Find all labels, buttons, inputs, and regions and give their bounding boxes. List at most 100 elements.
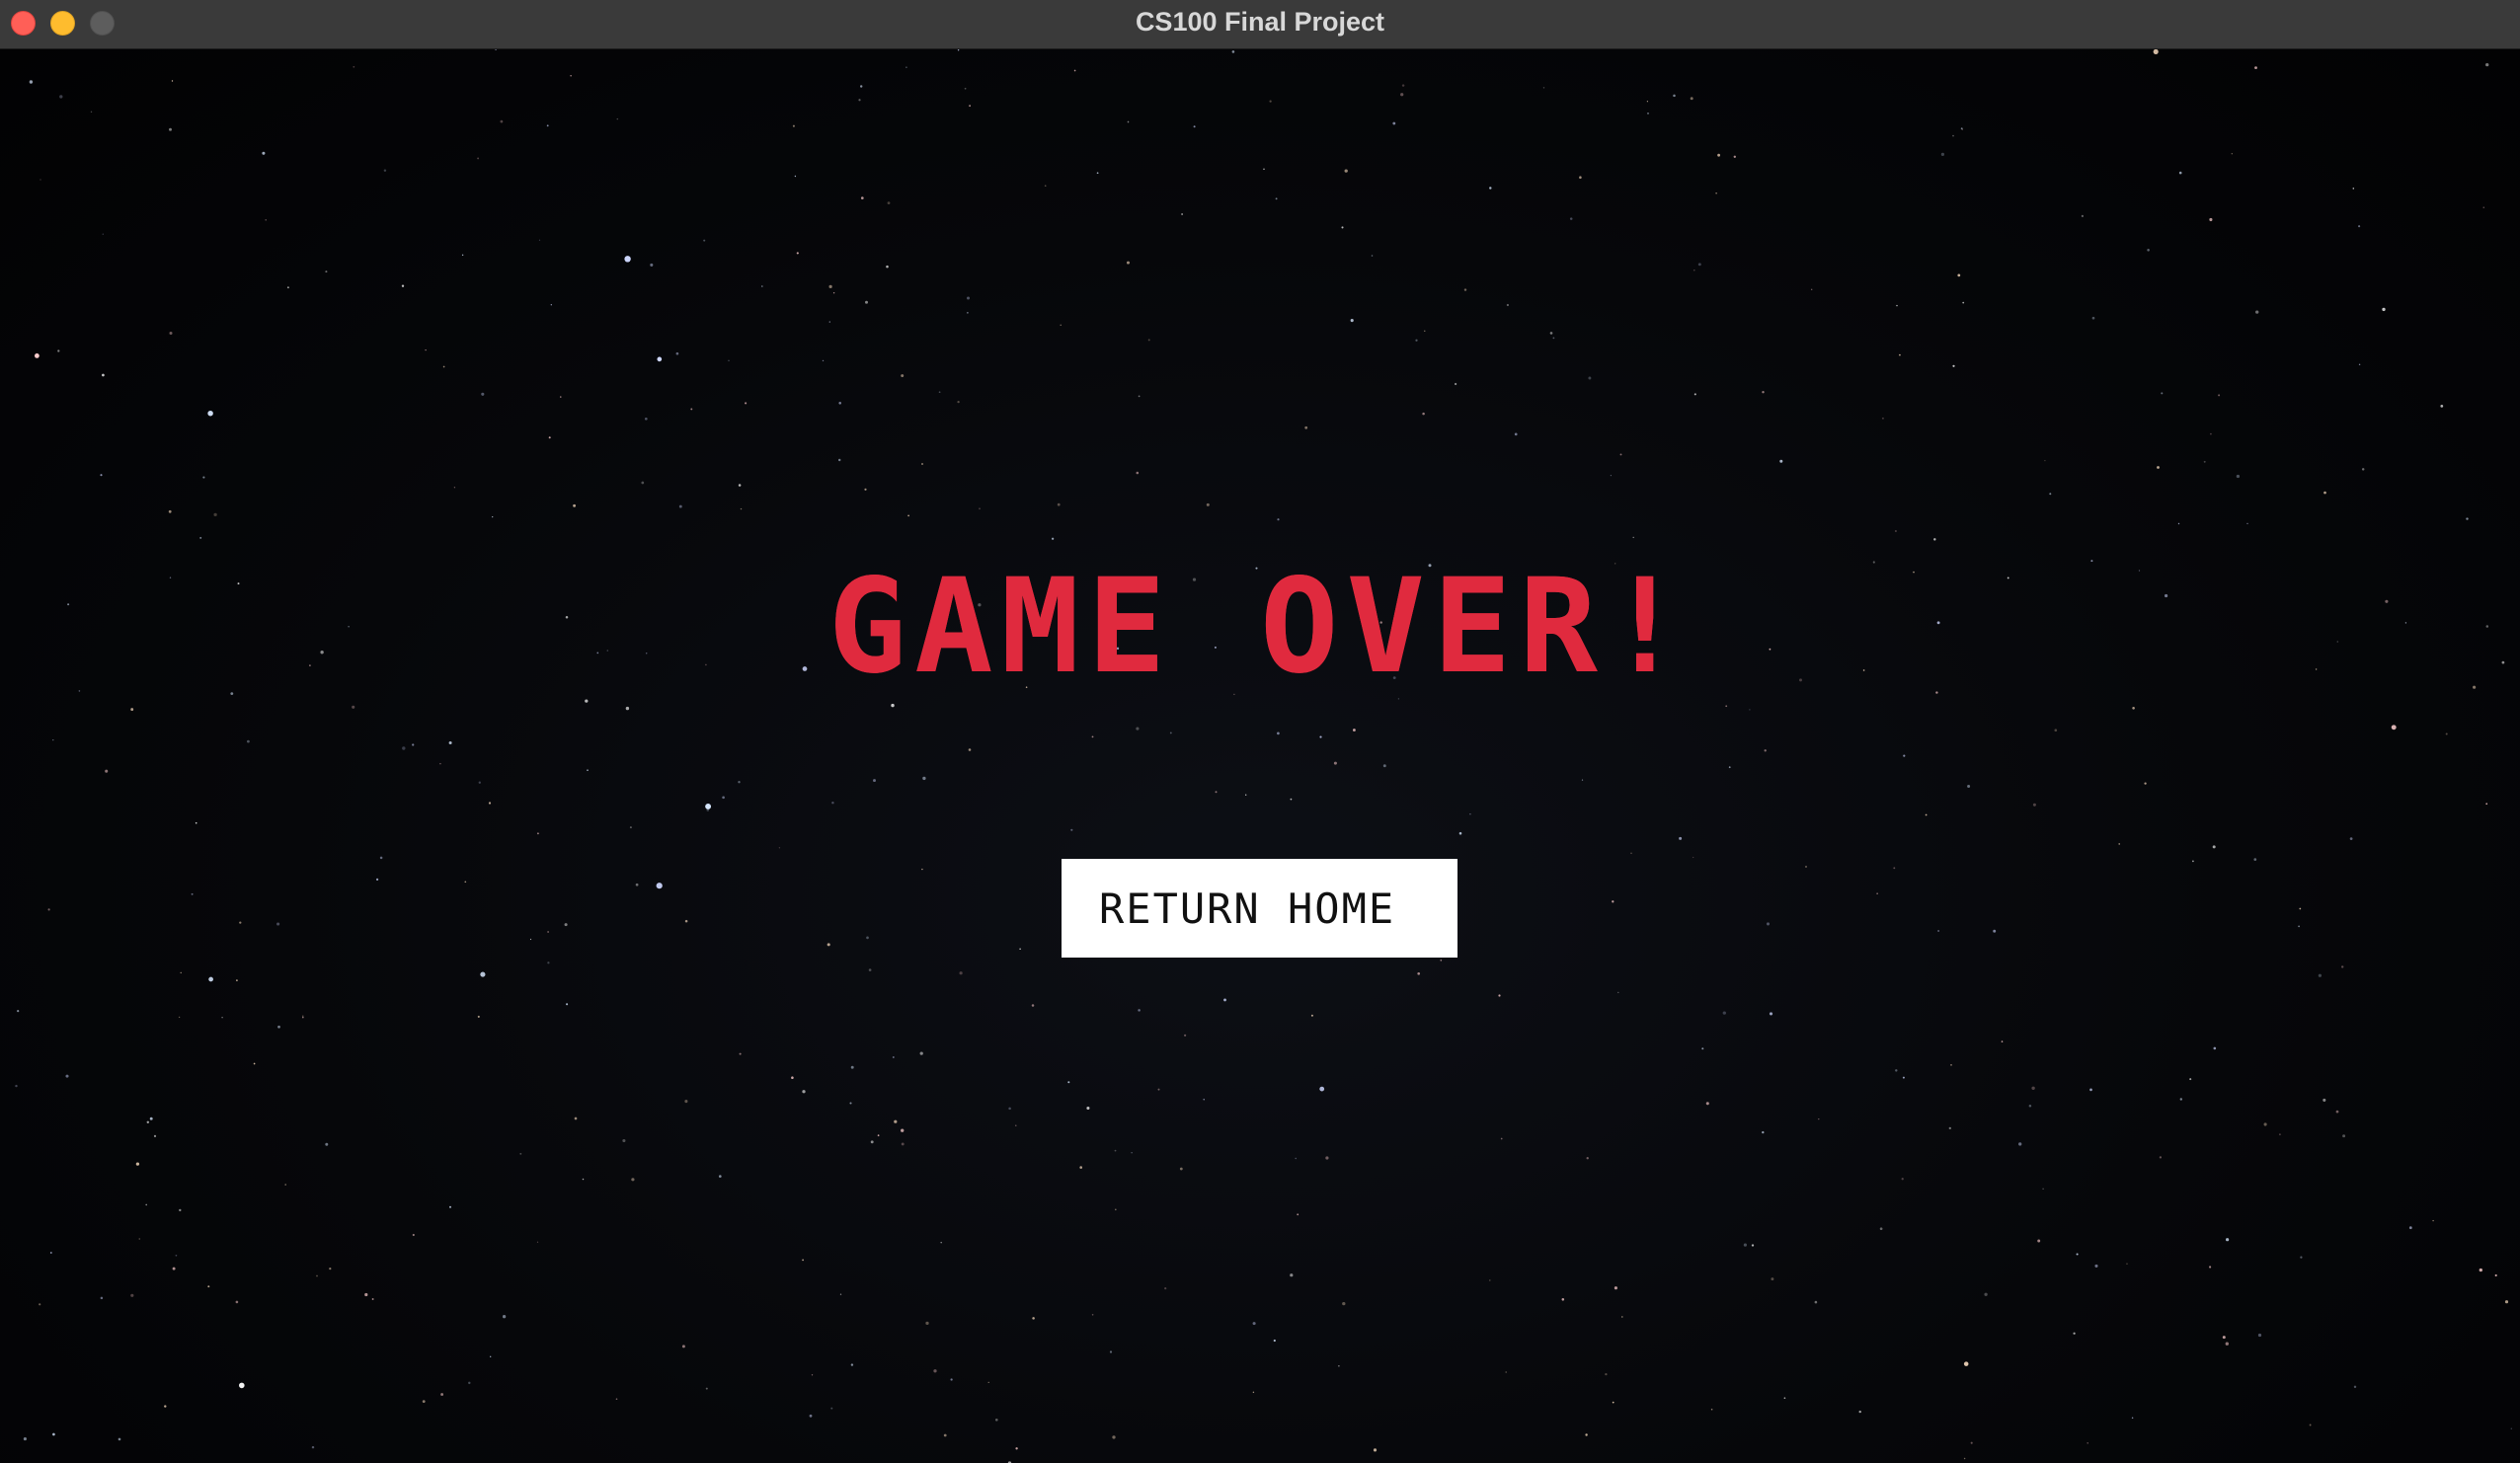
star	[1896, 304, 1898, 307]
star	[2213, 1046, 2217, 1050]
star	[1588, 376, 1592, 380]
star	[1454, 382, 1457, 386]
star	[957, 49, 960, 51]
star	[364, 1292, 368, 1297]
star	[1193, 125, 1196, 128]
star	[236, 979, 238, 981]
star	[2089, 1088, 2092, 1092]
star	[1948, 1126, 1951, 1130]
star	[1762, 1130, 1765, 1134]
star	[302, 1016, 304, 1019]
star	[286, 286, 289, 289]
star	[262, 151, 266, 155]
star	[641, 481, 645, 485]
star	[1963, 1457, 1966, 1460]
star	[550, 304, 552, 306]
star	[2510, 1427, 2513, 1429]
star	[2300, 1256, 2303, 1259]
star	[2263, 1122, 2267, 1126]
star	[1751, 1244, 1755, 1247]
star	[994, 1418, 998, 1422]
star	[2342, 1134, 2346, 1138]
star	[2218, 394, 2221, 397]
star	[864, 488, 867, 491]
star	[1245, 794, 1247, 796]
return-home-button[interactable]: RETURN HOME	[1062, 859, 1457, 958]
star	[2485, 62, 2489, 67]
star	[135, 1162, 140, 1166]
star	[1109, 1350, 1113, 1353]
star	[622, 1138, 626, 1143]
star	[35, 353, 39, 358]
star	[379, 856, 383, 860]
star	[1341, 226, 1344, 229]
star	[950, 1378, 953, 1381]
star	[943, 1433, 947, 1437]
star	[2361, 468, 2365, 471]
star	[1561, 1298, 1565, 1301]
star	[169, 127, 172, 131]
star	[105, 769, 109, 773]
star	[1895, 1069, 1898, 1072]
star	[2037, 1239, 2041, 1243]
star	[2255, 310, 2259, 314]
star	[574, 1116, 578, 1120]
starfield-background	[15, 49, 2513, 1463]
star	[2203, 460, 2206, 463]
star	[1319, 735, 1322, 738]
star	[933, 1369, 937, 1373]
star	[478, 781, 481, 784]
star	[1903, 754, 1906, 757]
star	[907, 514, 909, 517]
star	[778, 847, 781, 849]
star	[792, 124, 795, 127]
star	[1070, 828, 1073, 831]
star	[172, 1267, 176, 1270]
star	[2466, 517, 2469, 520]
star	[247, 739, 250, 743]
star	[39, 1303, 41, 1306]
star	[102, 373, 105, 377]
star	[2001, 1040, 2004, 1042]
star	[1630, 852, 1632, 855]
star	[2028, 1104, 2032, 1108]
star	[745, 402, 748, 405]
star	[422, 1400, 426, 1403]
star	[153, 1134, 157, 1137]
star	[887, 201, 891, 205]
star	[2179, 1098, 2183, 1101]
star	[1614, 1286, 1617, 1290]
star	[1415, 339, 1418, 342]
star	[1715, 192, 1717, 194]
star	[1057, 502, 1061, 506]
star	[492, 515, 494, 518]
star	[901, 1128, 905, 1132]
star	[1632, 536, 1634, 539]
star	[957, 400, 960, 404]
star	[276, 922, 280, 926]
star	[1940, 152, 1944, 156]
star	[57, 349, 60, 352]
star	[718, 1175, 722, 1178]
star	[1500, 1137, 1503, 1140]
star	[564, 923, 568, 927]
star	[1970, 1441, 1973, 1444]
star	[2309, 1424, 2312, 1426]
star	[1701, 1047, 1704, 1050]
star	[2408, 1226, 2412, 1230]
star	[678, 504, 682, 508]
star	[195, 821, 197, 824]
star	[1179, 1167, 1183, 1171]
star	[2076, 1253, 2079, 1256]
star	[624, 256, 631, 263]
star	[858, 99, 861, 102]
star	[461, 254, 464, 257]
star	[1549, 332, 1553, 335]
star	[1505, 1371, 1508, 1373]
star	[1342, 1301, 1346, 1306]
star	[495, 49, 497, 51]
star	[838, 402, 841, 405]
star	[2153, 49, 2159, 54]
star	[401, 284, 405, 287]
star	[536, 1241, 539, 1243]
